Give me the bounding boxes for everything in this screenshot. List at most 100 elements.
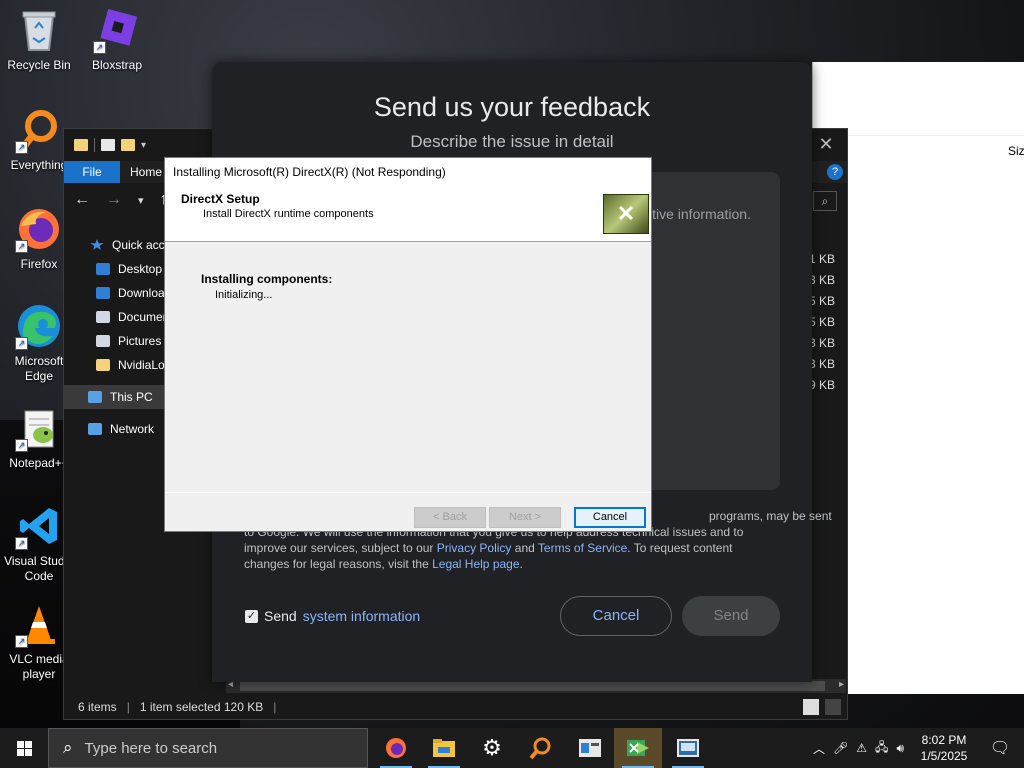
next-button[interactable]: Next > [489,507,561,528]
legal-text: changes for legal reasons, visit the [244,557,433,571]
size-column-header[interactable]: Size [1008,144,1024,158]
taskbar: ⌕ Type here to search ⚙ ︿ 🎤︎ ⚠︎ 🖧︎ 🔊︎ 8:… [0,728,1024,768]
feedback-cancel-button[interactable]: Cancel [560,596,672,636]
directx-setup-icon [627,740,649,756]
taskbar-app-store[interactable] [566,728,614,768]
legal-help-link[interactable]: Legal Help page [432,557,519,571]
search-icon[interactable]: ⌕ [813,191,837,211]
notifications-icon[interactable]: 🗨︎ [984,738,1016,758]
nav-label: This PC [110,390,153,404]
file-size: 1 KB [809,252,836,266]
clock-date: 1/5/2025 [920,749,968,763]
forward-arrow-icon[interactable]: → [106,191,122,209]
taskbar-app-directx-setup[interactable] [614,728,662,768]
new-folder-icon[interactable] [121,139,135,151]
legal-line: programs, may be sent [709,509,832,523]
download-icon [96,287,110,299]
chevron-down-icon[interactable]: ▾ [141,140,146,151]
back-button[interactable]: < Back [414,507,486,528]
desktop-icon-label: Bloxstrap [91,58,143,72]
taskbar-app-screen[interactable] [664,728,712,768]
star-icon [90,239,104,250]
security-icon[interactable]: ⚠︎ [856,741,867,755]
legal-text: and [511,541,538,555]
checkbox-checked-icon[interactable]: ✓ [245,609,258,623]
divider: | [126,700,130,714]
file-size: 5 KB [809,315,836,329]
legal-line: improve our services, subject to our Pri… [244,540,794,556]
setup-header: DirectX Setup Install DirectX runtime co… [165,186,651,242]
pictures-icon [96,335,110,347]
close-icon[interactable]: ✕ [815,133,837,155]
start-button[interactable] [0,728,48,768]
microphone-icon[interactable]: 🎤︎ [833,741,848,755]
system-information-link[interactable]: system information [303,608,420,624]
divider: | [273,700,277,714]
legal-line: changes for legal reasons, visit the Leg… [244,556,794,572]
legal-text: improve our services, subject to our [244,541,437,555]
recent-locations-icon[interactable]: ▾ [138,194,144,207]
status-bar: 6 items | 1 item selected 120 KB | [64,695,847,719]
folder-icon [74,139,88,151]
feedback-send-button[interactable]: Send [682,596,780,636]
file-size: 9 KB [809,378,836,392]
legal-text: . [519,557,523,571]
network-icon [88,423,102,435]
bloxstrap-icon: ↗ [93,6,141,54]
file-size: 3 KB [809,273,836,287]
selection-info: 1 item selected 120 KB [139,700,264,714]
store-icon [579,739,601,757]
taskbar-search-box[interactable]: ⌕ Type here to search [48,728,368,768]
ribbon-home-tab[interactable]: Home [130,161,162,183]
ribbon-file-tab[interactable]: File [64,161,120,183]
progress-status: Initializing... [215,289,273,301]
everything-icon [529,737,551,760]
taskbar-app-settings[interactable]: ⚙ [468,728,516,768]
nav-label: Network [110,422,155,436]
clock-time: 8:02 PM [921,733,967,747]
clock[interactable]: 8:02 PM 1/5/2025 [912,732,976,764]
notepadpp-icon: ↗ [15,404,63,452]
scroll-right-icon[interactable]: ▸ [839,679,844,690]
send-system-info-option[interactable]: ✓ Send system information [245,608,420,624]
feedback-subtitle: Describe the issue in detail [410,132,614,151]
large-icons-view-icon[interactable] [825,699,841,715]
volume-icon[interactable]: 🔊︎ [896,741,904,756]
settings-icon: ⚙ [482,735,502,760]
desktop-icon-label: Recycle Bin [7,58,71,72]
help-icon[interactable]: ? [827,164,843,180]
terms-of-service-link[interactable]: Terms of Service [538,541,627,555]
nav-label: Pictures [118,334,162,348]
file-size: 3 KB [809,357,836,371]
folder-icon [96,359,110,371]
taskbar-app-firefox[interactable] [372,728,420,768]
directx-logo-icon: ✕ [603,194,649,234]
desktop-icon-recycle-bin[interactable]: Recycle Bin [0,6,78,73]
divider [165,492,651,493]
back-arrow-icon[interactable]: ← [74,191,90,209]
network-icon[interactable]: 🖧︎ [875,738,888,759]
progress-heading: Installing components: [201,272,333,286]
desktop-icon [96,263,110,275]
setup-subtitle: Install DirectX runtime components [203,208,374,220]
details-view-icon[interactable] [803,699,819,715]
scrollbar-thumb[interactable] [240,681,825,691]
cancel-button[interactable]: Cancel [574,507,646,528]
show-hidden-icons-icon[interactable]: ︿ [813,740,825,757]
taskbar-app-everything[interactable] [516,728,564,768]
file-size: 3 KB [809,336,836,350]
screen-icon [677,739,699,757]
everything-icon: ↗ [15,106,63,154]
vscode-icon: ↗ [15,502,63,550]
edge-icon: ↗ [15,302,63,350]
privacy-policy-link[interactable]: Privacy Policy [437,541,512,555]
setup-title: DirectX Setup [181,192,260,206]
item-count: 6 items [78,700,117,714]
send-label: Send [264,608,297,624]
windows-logo-icon [16,740,32,756]
desktop-icon-bloxstrap[interactable]: ↗ Bloxstrap [78,6,156,73]
taskbar-app-file-explorer[interactable] [420,728,468,768]
document-icon [96,311,110,323]
system-tray: ︿ 🎤︎ ⚠︎ 🖧︎ 🔊︎ 8:02 PM 1/5/2025 🗨︎ [813,728,1024,768]
properties-icon[interactable] [101,139,115,151]
